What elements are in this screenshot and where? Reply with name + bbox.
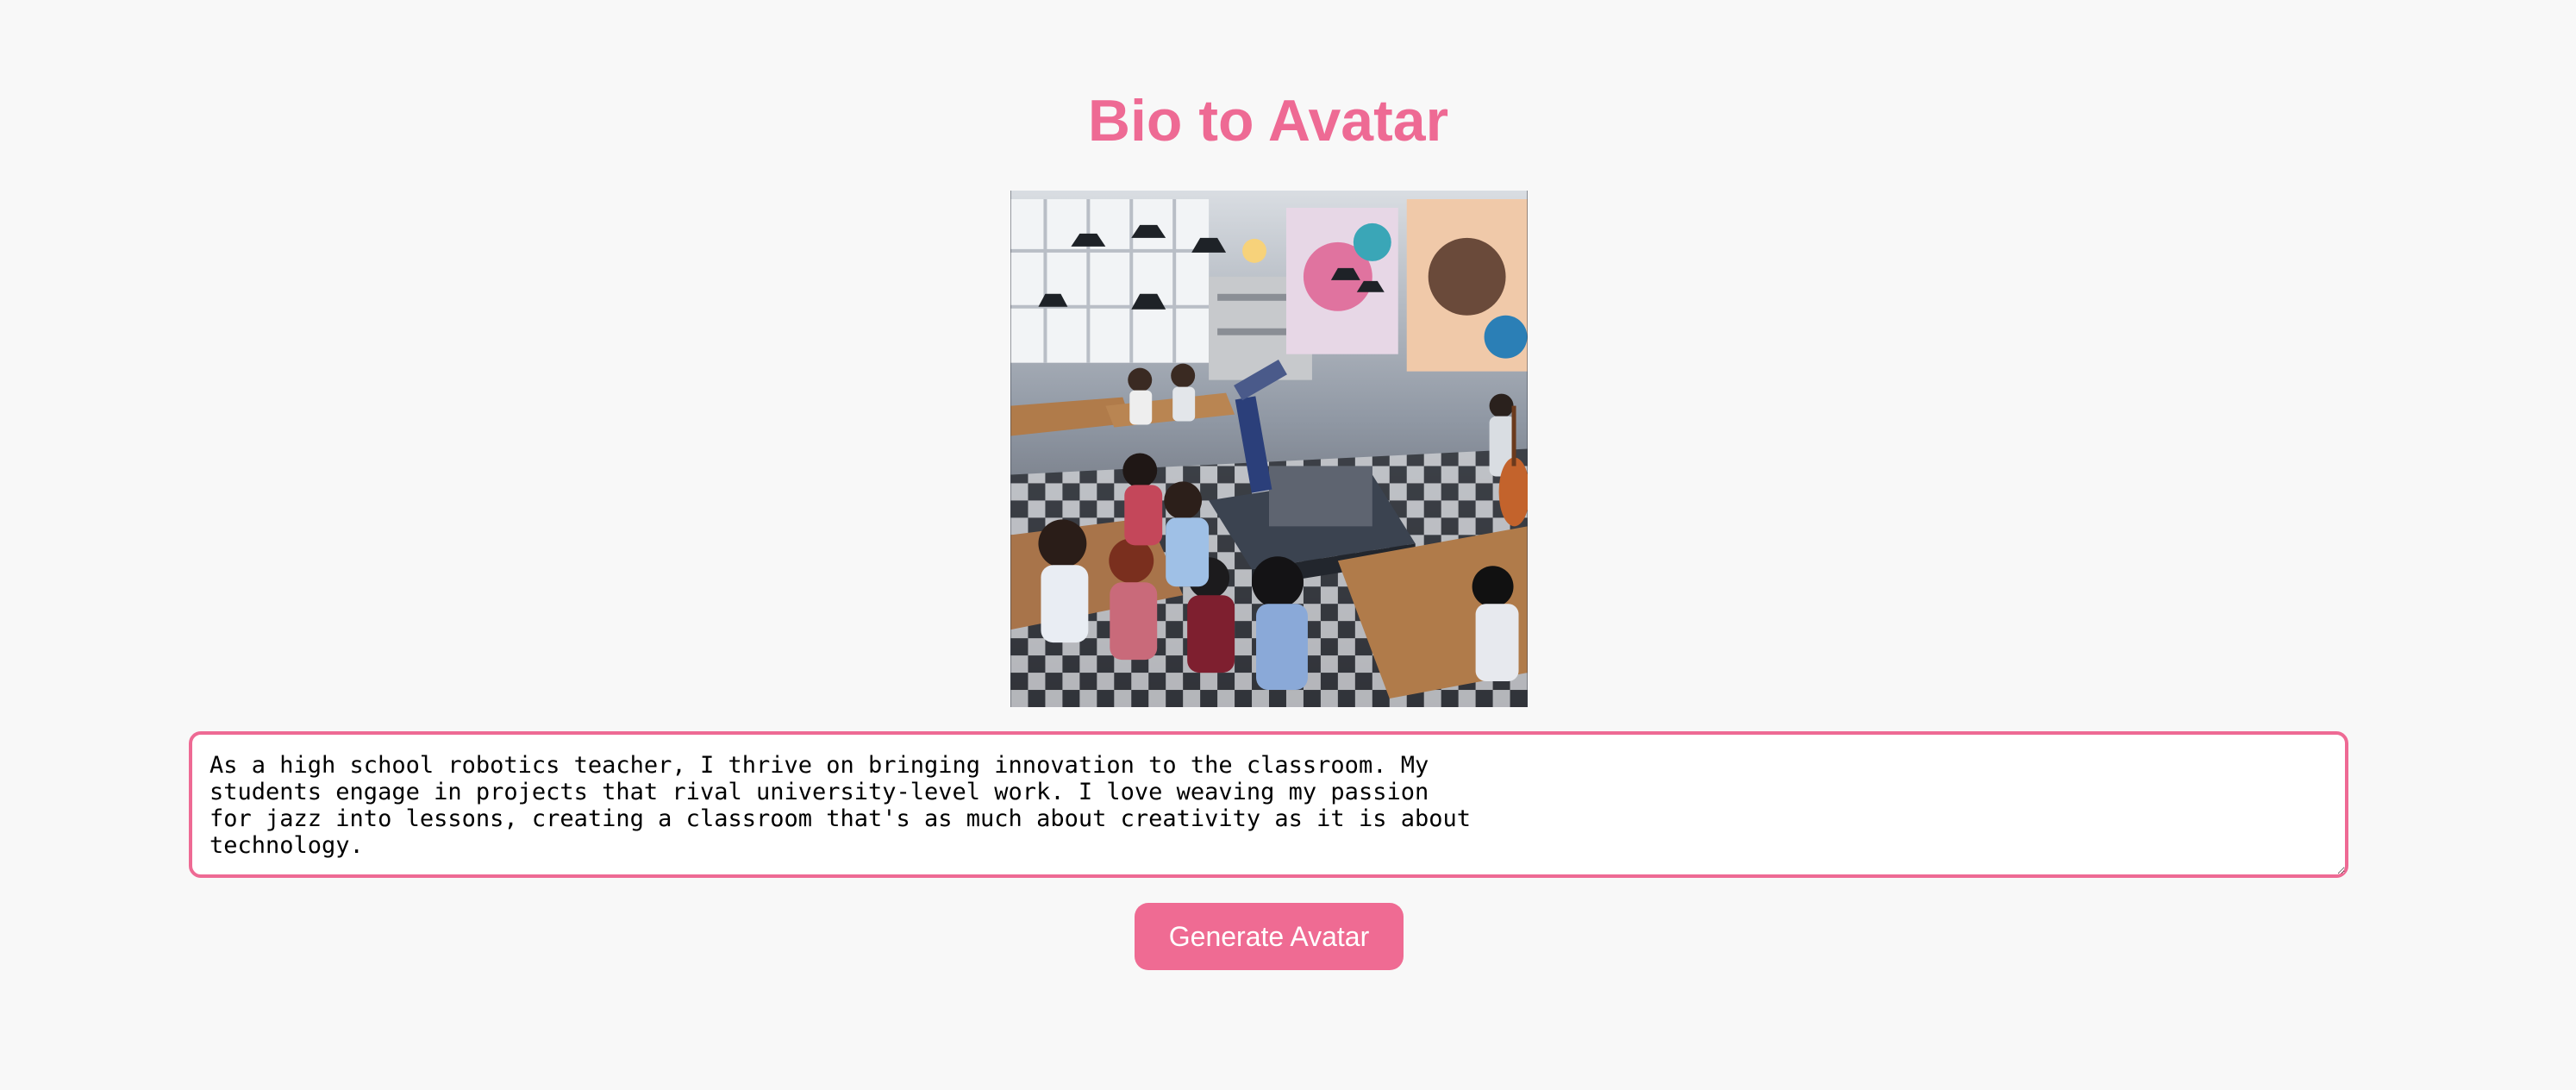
page-title: Bio to Avatar: [1087, 88, 1449, 153]
bio-textarea[interactable]: As a high school robotics teacher, I thr…: [189, 731, 2348, 878]
generate-avatar-button[interactable]: Generate Avatar: [1135, 903, 1404, 970]
app-page: Bio to Avatar As a high school robotics …: [0, 0, 2576, 1090]
avatar-illustration: [1010, 191, 1528, 707]
avatar-image: [1010, 191, 1528, 707]
